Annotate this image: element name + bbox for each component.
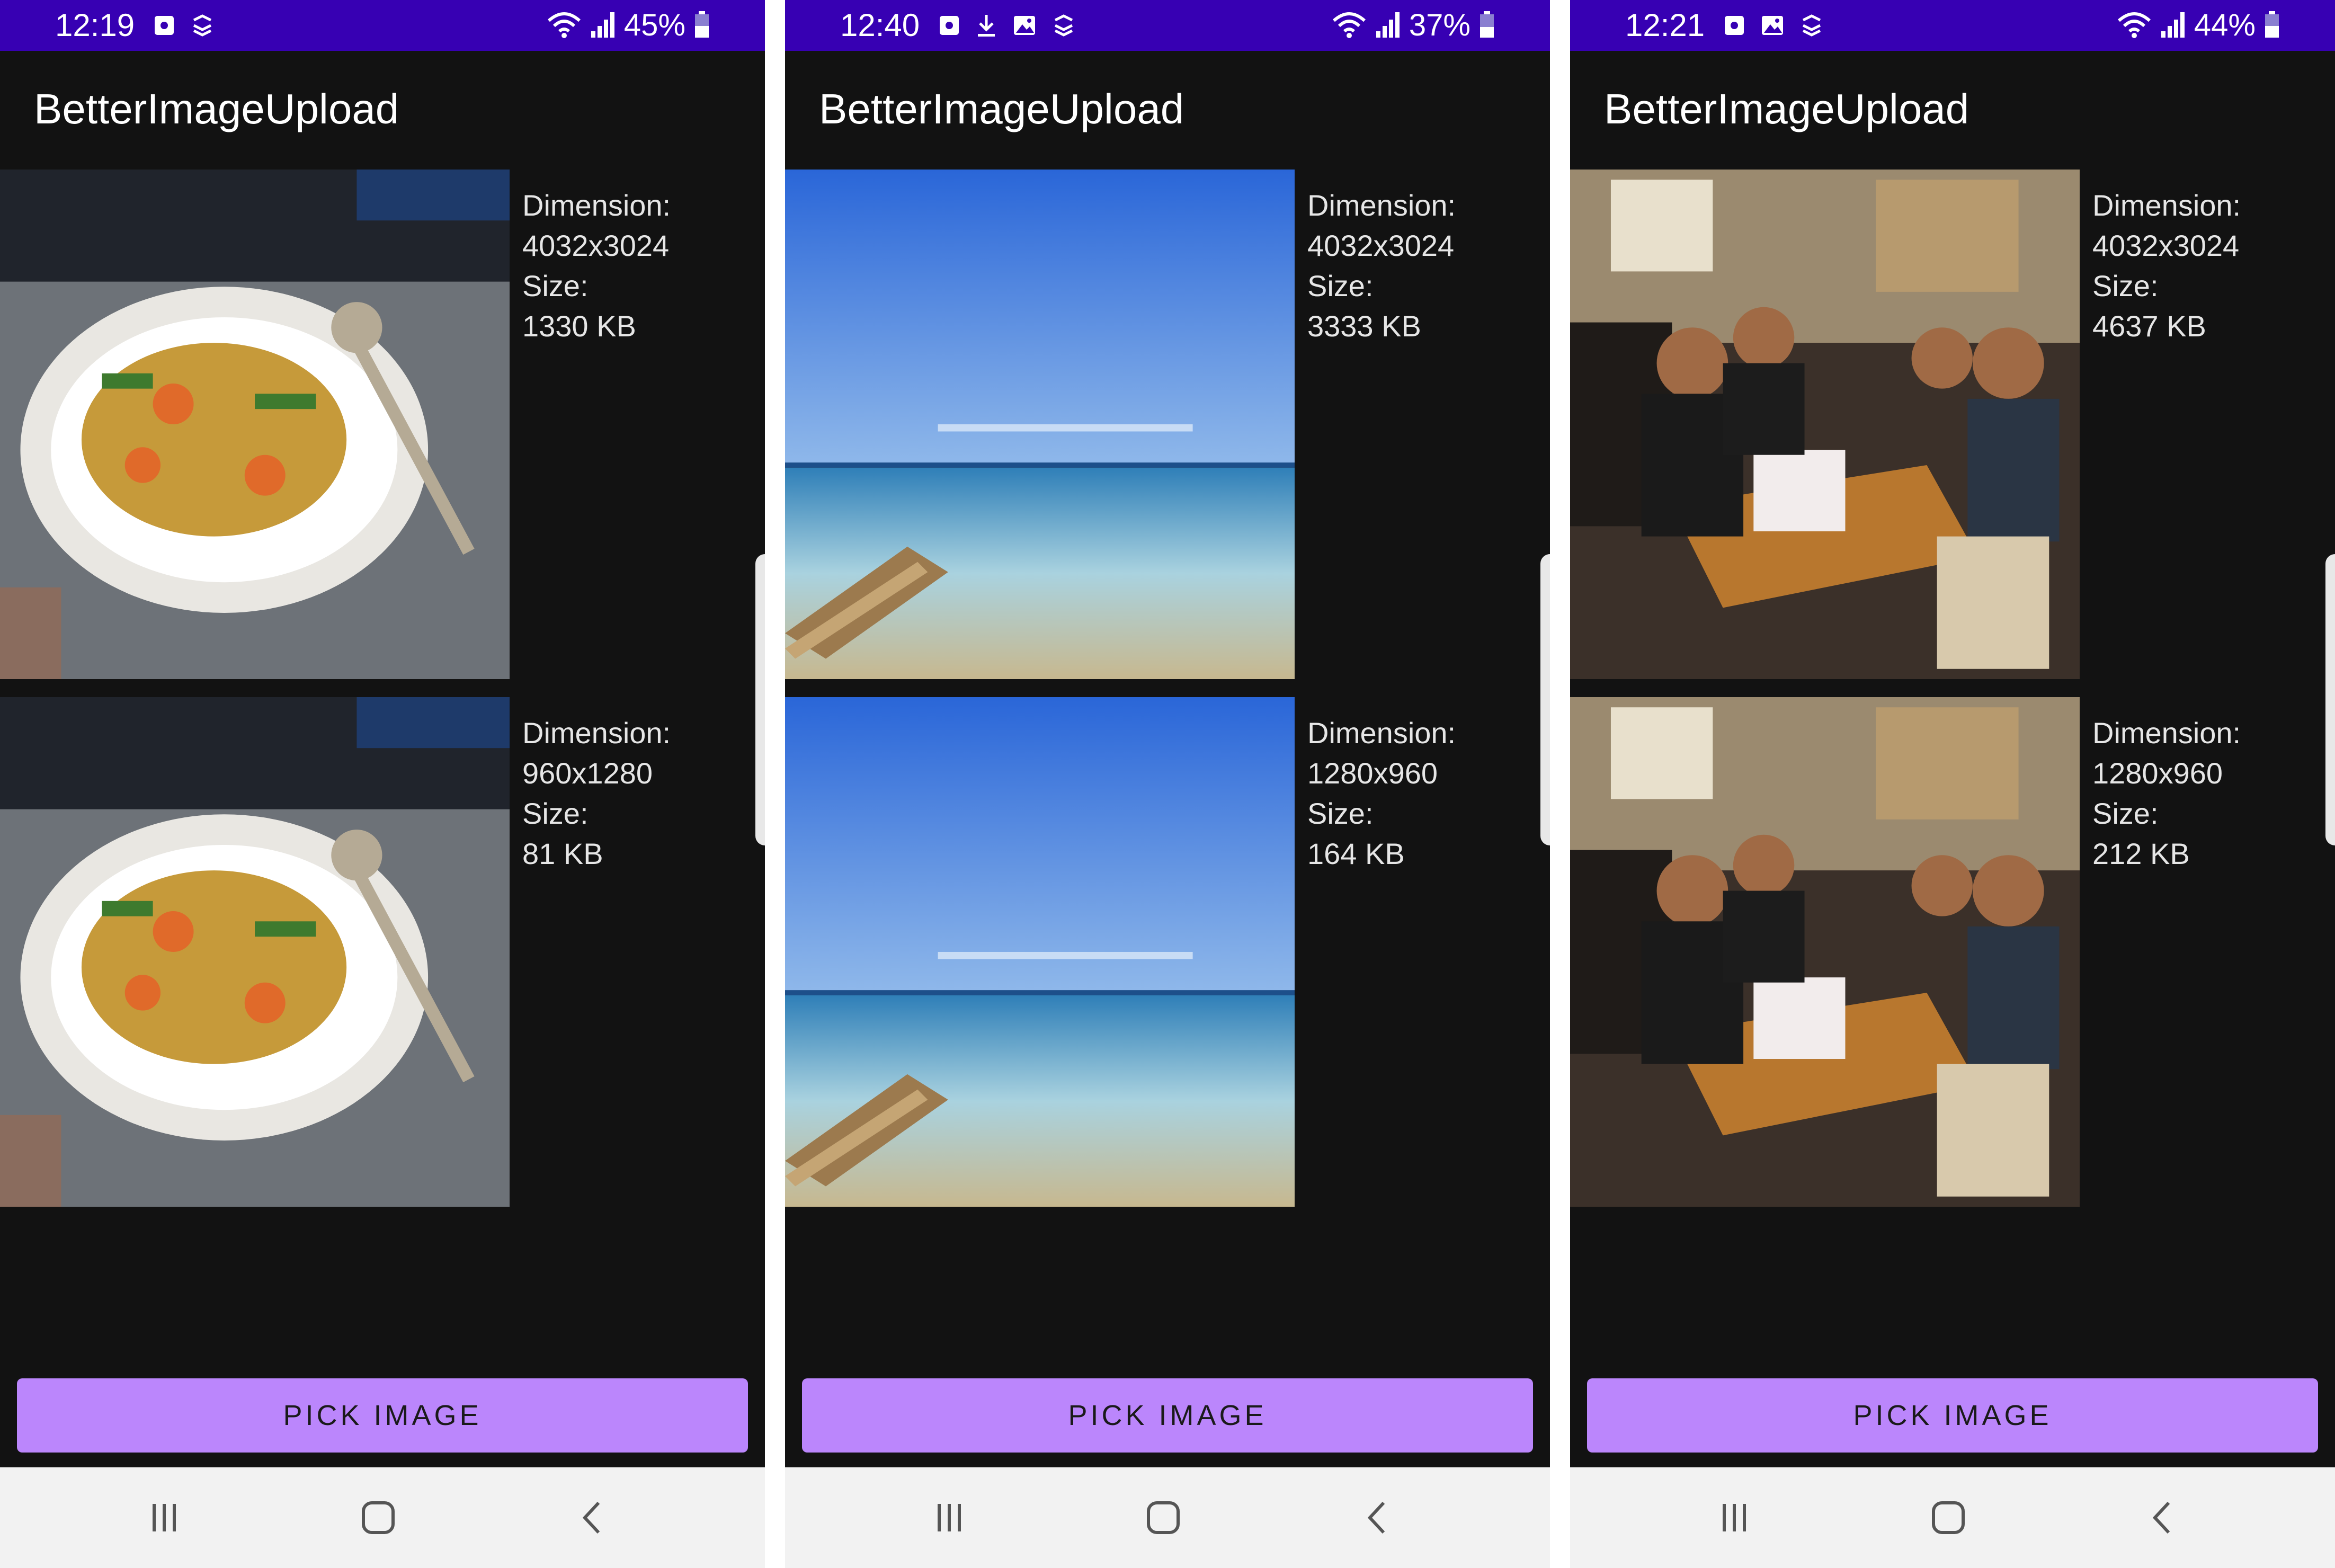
dimension-value: 4032x3024	[2092, 229, 2240, 262]
signal-icon	[2160, 10, 2186, 41]
screenshot-icon	[1723, 13, 1746, 38]
size-value: 3333 KB	[1307, 309, 1421, 343]
size-label: Size:	[2092, 797, 2159, 830]
dimension-value: 960x1280	[522, 756, 653, 790]
app-bar: BetterImageUpload	[0, 51, 765, 170]
dimension-label: Dimension:	[1307, 716, 1456, 750]
sync-icon	[1799, 13, 1824, 38]
food-image-compressed[interactable]	[0, 697, 510, 1207]
sync-icon	[190, 13, 215, 38]
size-label: Size:	[2092, 269, 2159, 302]
list-item: Dimension: 1280x960 Size: 164 KB	[785, 697, 1550, 1207]
navigation-bar	[1570, 1467, 2335, 1568]
battery-percent: 44%	[2194, 8, 2256, 42]
dimension-value: 4032x3024	[1307, 229, 1455, 262]
back-icon[interactable]	[1356, 1496, 1398, 1539]
size-label: Size:	[522, 269, 589, 302]
phone-screen-3: 12:21 44% BetterImageUpload Dimension: 4…	[1570, 0, 2335, 1568]
home-icon[interactable]	[357, 1496, 399, 1539]
phone-screen-1: 12:19 45% BetterImageUpload Dimension: 4…	[0, 0, 765, 1568]
recent-apps-icon[interactable]	[1713, 1496, 1755, 1539]
list-item: Dimension: 1280x960 Size: 212 KB	[1570, 697, 2335, 1207]
battery-percent: 37%	[1409, 8, 1470, 42]
screenshot-icon	[153, 13, 176, 38]
battery-percent: 45%	[623, 8, 685, 42]
gallery-icon	[1012, 13, 1037, 38]
edge-panel-handle[interactable]	[1540, 554, 1550, 845]
gallery-icon	[1760, 13, 1785, 38]
list-item: Dimension: 960x1280 Size: 81 KB	[0, 697, 765, 1207]
app-title: BetterImageUpload	[1604, 85, 1969, 132]
dimension-value: 4032x3024	[522, 229, 670, 262]
list-item: Dimension: 4032x3024 Size: 4637 KB	[1570, 170, 2335, 679]
dimension-label: Dimension:	[2092, 716, 2241, 750]
pick-image-button[interactable]: PICK IMAGE	[17, 1378, 748, 1453]
signal-icon	[590, 10, 616, 41]
status-time: 12:40	[840, 7, 920, 43]
navigation-bar	[785, 1467, 1550, 1568]
size-value: 1330 KB	[522, 309, 636, 343]
size-value: 81 KB	[522, 837, 603, 870]
phone-screen-2: 12:40 37% BetterImageUpload Dimension: 4…	[785, 0, 1550, 1568]
battery-icon	[2264, 10, 2280, 41]
screenshot-icon	[938, 13, 961, 38]
group-photo-image-original[interactable]	[1570, 170, 2080, 679]
size-label: Size:	[1307, 269, 1374, 302]
wifi-icon	[1332, 10, 1367, 41]
app-title: BetterImageUpload	[34, 85, 399, 132]
home-icon[interactable]	[1142, 1496, 1184, 1539]
dimension-label: Dimension:	[522, 716, 671, 750]
signal-icon	[1375, 10, 1401, 41]
recent-apps-icon[interactable]	[143, 1496, 185, 1539]
status-bar: 12:19 45%	[0, 0, 765, 51]
sync-icon	[1051, 13, 1076, 38]
status-bar: 12:40 37%	[785, 0, 1550, 51]
status-time: 12:21	[1625, 7, 1705, 43]
app-title: BetterImageUpload	[819, 85, 1184, 132]
dimension-label: Dimension:	[2092, 189, 2241, 222]
size-value: 164 KB	[1307, 837, 1405, 870]
pick-image-button[interactable]: PICK IMAGE	[802, 1378, 1533, 1453]
status-time: 12:19	[55, 7, 135, 43]
dimension-value: 1280x960	[2092, 756, 2223, 790]
dimension-label: Dimension:	[1307, 189, 1456, 222]
size-label: Size:	[1307, 797, 1374, 830]
pick-image-button[interactable]: PICK IMAGE	[1587, 1378, 2318, 1453]
app-bar: BetterImageUpload	[1570, 51, 2335, 170]
beach-image-compressed[interactable]	[785, 697, 1295, 1207]
group-photo-image-compressed[interactable]	[1570, 697, 2080, 1207]
size-value: 212 KB	[2092, 837, 2190, 870]
app-bar: BetterImageUpload	[785, 51, 1550, 170]
dimension-label: Dimension:	[522, 189, 671, 222]
status-bar: 12:21 44%	[1570, 0, 2335, 51]
download-icon	[975, 13, 998, 38]
recent-apps-icon[interactable]	[928, 1496, 970, 1539]
home-icon[interactable]	[1927, 1496, 1969, 1539]
size-value: 4637 KB	[2092, 309, 2206, 343]
back-icon[interactable]	[2141, 1496, 2184, 1539]
beach-image-original[interactable]	[785, 170, 1295, 679]
navigation-bar	[0, 1467, 765, 1568]
wifi-icon	[2117, 10, 2152, 41]
wifi-icon	[547, 10, 582, 41]
food-image-original[interactable]	[0, 170, 510, 679]
dimension-value: 1280x960	[1307, 756, 1438, 790]
back-icon[interactable]	[571, 1496, 613, 1539]
size-label: Size:	[522, 797, 589, 830]
list-item: Dimension: 4032x3024 Size: 3333 KB	[785, 170, 1550, 679]
edge-panel-handle[interactable]	[2325, 554, 2335, 845]
edge-panel-handle[interactable]	[755, 554, 765, 845]
battery-icon	[694, 10, 710, 41]
battery-icon	[1479, 10, 1495, 41]
list-item: Dimension: 4032x3024 Size: 1330 KB	[0, 170, 765, 679]
